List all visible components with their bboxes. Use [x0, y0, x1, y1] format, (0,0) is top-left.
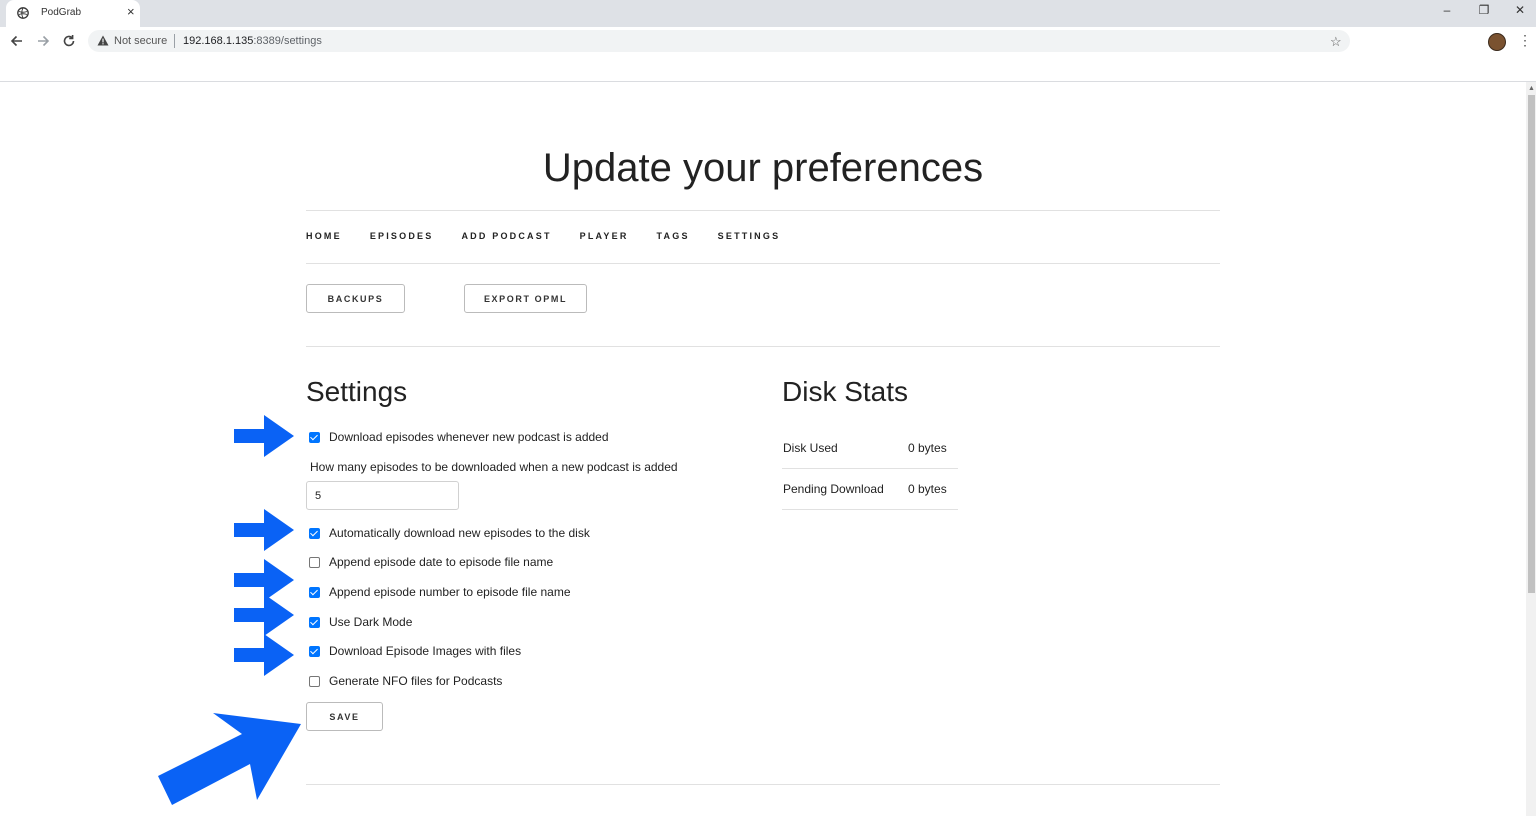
append-number-label: Append episode number to episode file na… — [329, 585, 571, 599]
nav-tags[interactable]: TAGS — [657, 231, 690, 241]
download-on-add-option[interactable]: Download episodes whenever new podcast i… — [309, 430, 609, 444]
divider — [306, 346, 1220, 347]
append-date-checkbox[interactable] — [309, 556, 320, 568]
download-images-label: Download Episode Images with files — [329, 644, 522, 658]
annotation-arrow-icon — [234, 509, 294, 551]
auto-download-option[interactable]: Automatically download new episodes to t… — [309, 526, 590, 540]
dark-mode-checkbox[interactable] — [309, 616, 320, 628]
chrome-divider — [0, 81, 1536, 82]
generate-nfo-option[interactable]: Generate NFO files for Podcasts — [309, 674, 502, 688]
minimize-icon[interactable]: – — [1437, 3, 1457, 17]
star-icon[interactable]: ☆ — [1330, 34, 1342, 50]
page-title: Update your preferences — [542, 146, 984, 190]
download-on-add-label: Download episodes whenever new podcast i… — [329, 430, 609, 444]
divider — [306, 784, 1220, 785]
url-separator — [174, 34, 175, 48]
generate-nfo-checkbox[interactable] — [309, 675, 320, 687]
avatar[interactable] — [1488, 33, 1506, 51]
download-images-option[interactable]: Download Episode Images with files — [309, 644, 521, 658]
tab-title: PodGrab — [41, 7, 82, 18]
annotation-arrow-icon — [234, 415, 294, 457]
reload-icon[interactable] — [60, 32, 78, 50]
dark-mode-option[interactable]: Use Dark Mode — [309, 615, 412, 629]
divider — [306, 263, 1220, 264]
backups-button[interactable]: BACKUPS — [306, 284, 405, 313]
scrollbar-thumb[interactable] — [1528, 95, 1535, 593]
annotation-arrow-icon — [234, 634, 294, 676]
settings-heading: Settings — [306, 376, 408, 407]
nav-settings[interactable]: SETTINGS — [718, 231, 781, 241]
disk-stats-table: Disk Used 0 bytes Pending Download 0 byt… — [782, 428, 958, 510]
back-icon[interactable] — [8, 32, 26, 50]
url-text[interactable]: 192.168.1.135:8389/settings — [183, 35, 322, 47]
dark-mode-label: Use Dark Mode — [329, 615, 413, 629]
kebab-menu-icon[interactable]: ⋮ — [1518, 32, 1532, 49]
disk-used-value: 0 bytes — [896, 428, 958, 469]
disk-used-label: Disk Used — [782, 428, 896, 469]
save-button[interactable]: SAVE — [306, 702, 383, 731]
download-images-checkbox[interactable] — [309, 645, 320, 657]
pending-download-label: Pending Download — [782, 468, 896, 510]
site-favicon-icon — [17, 7, 29, 19]
browser-tab[interactable]: PodGrab × — [6, 0, 140, 27]
divider — [306, 210, 1220, 211]
tab-close-icon[interactable]: × — [127, 4, 135, 20]
restore-icon[interactable]: ❐ — [1474, 3, 1494, 17]
forward-icon[interactable] — [34, 32, 52, 50]
window-close-icon[interactable]: ✕ — [1510, 3, 1530, 17]
table-row: Pending Download 0 bytes — [782, 468, 958, 510]
annotation-arrow-icon — [234, 594, 294, 636]
nav-add-podcast[interactable]: ADD PODCAST — [461, 231, 551, 241]
auto-download-label: Automatically download new episodes to t… — [329, 526, 590, 540]
scroll-up-icon[interactable]: ▲ — [1528, 85, 1535, 92]
episodes-on-add-input[interactable] — [306, 481, 459, 510]
append-date-label: Append episode date to episode file name — [329, 555, 554, 569]
security-status[interactable]: Not secure — [114, 35, 167, 47]
url-host: 192.168.1.135 — [183, 35, 254, 47]
download-on-add-checkbox[interactable] — [309, 431, 320, 443]
table-row: Disk Used 0 bytes — [782, 428, 958, 469]
nav-episodes[interactable]: EPISODES — [370, 231, 434, 241]
main-nav: HOME EPISODES ADD PODCAST PLAYER TAGS SE… — [306, 231, 808, 241]
nav-home[interactable]: HOME — [306, 231, 342, 241]
disk-stats-heading: Disk Stats — [782, 376, 909, 407]
nav-player[interactable]: PLAYER — [580, 231, 629, 241]
annotation-arrow-icon — [158, 713, 301, 805]
auto-download-checkbox[interactable] — [309, 527, 320, 539]
url-path: :8389/settings — [253, 35, 322, 47]
tab-strip: PodGrab × – ❐ ✕ — [0, 0, 1536, 27]
episodes-on-add-label: How many episodes to be downloaded when … — [310, 460, 678, 474]
append-number-option[interactable]: Append episode number to episode file na… — [309, 585, 571, 599]
pending-download-value: 0 bytes — [896, 468, 958, 510]
append-date-option[interactable]: Append episode date to episode file name — [309, 555, 553, 569]
export-opml-button[interactable]: EXPORT OPML — [464, 284, 587, 313]
append-number-checkbox[interactable] — [309, 586, 320, 598]
generate-nfo-label: Generate NFO files for Podcasts — [329, 674, 503, 688]
warning-icon[interactable] — [97, 35, 109, 46]
